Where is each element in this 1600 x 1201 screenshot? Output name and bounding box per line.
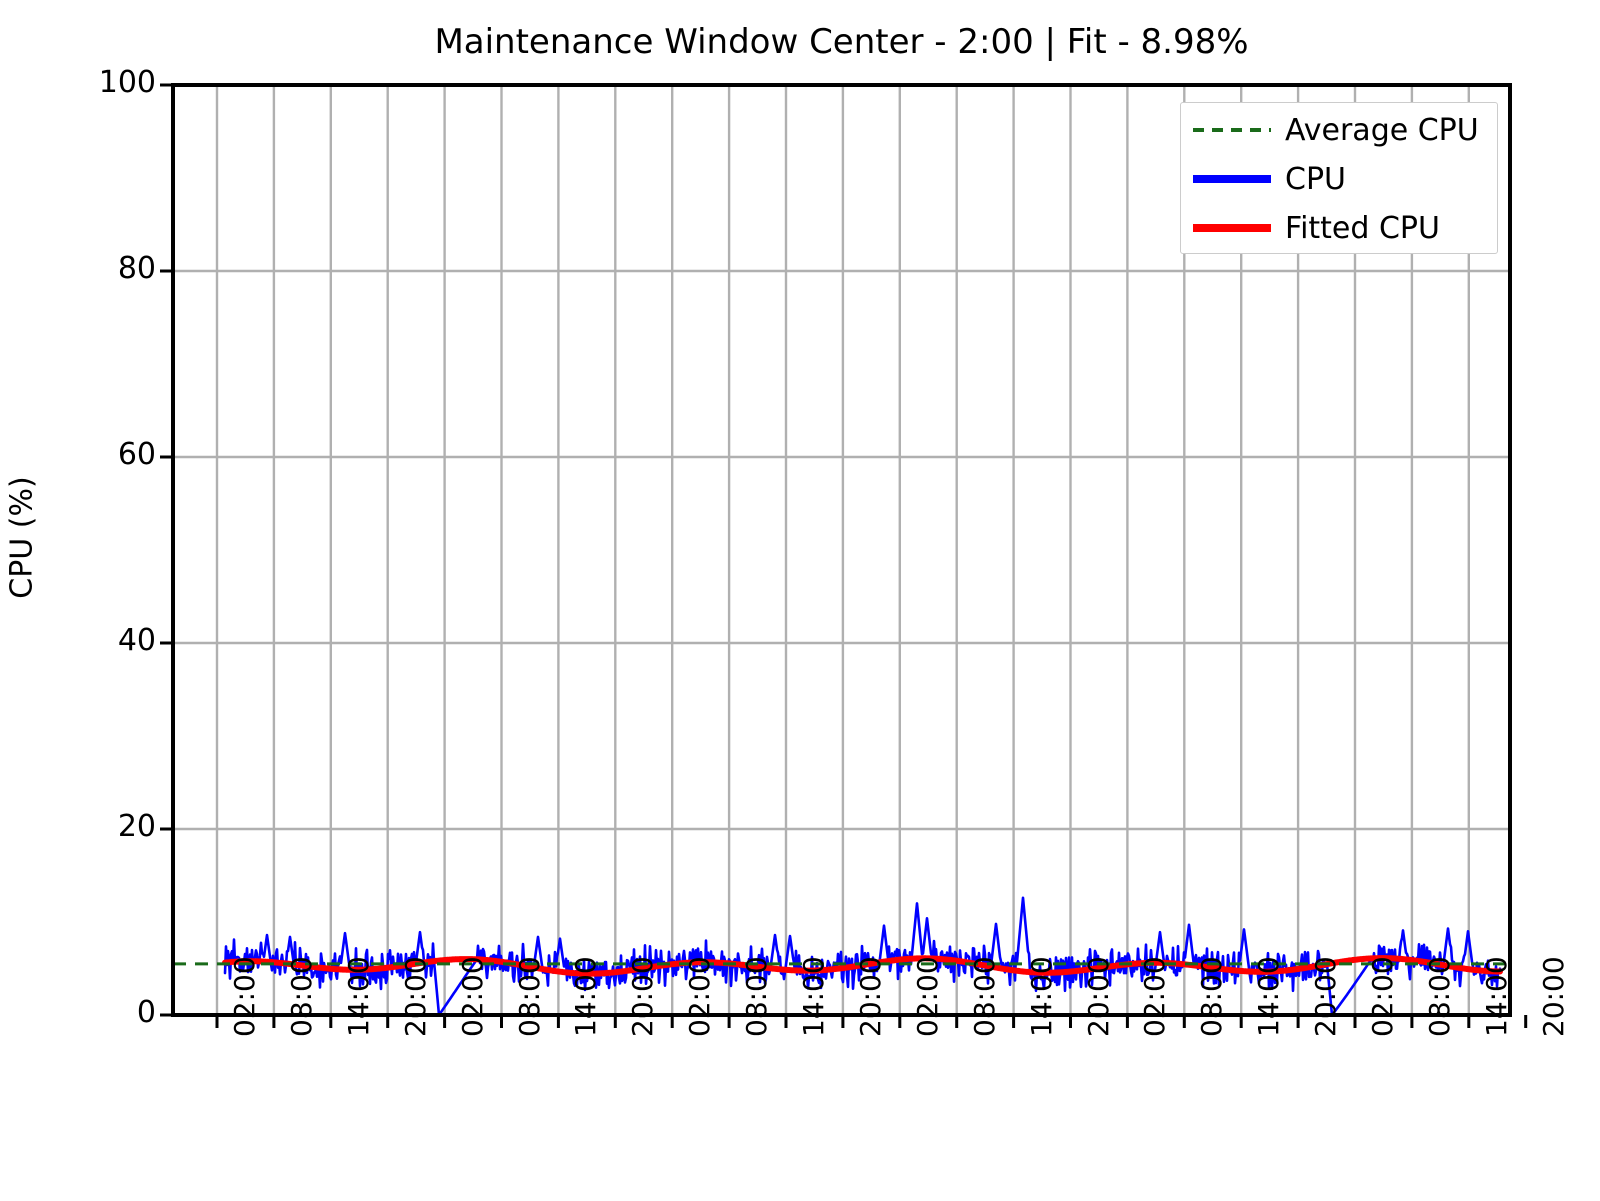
y-tick-label: 0 (136, 995, 156, 1030)
legend-swatch-fitted-cpu (1193, 218, 1271, 238)
y-tick-label: 20 (117, 809, 156, 844)
solid-line-icon (1193, 175, 1271, 183)
legend-swatch-cpu (1193, 169, 1271, 189)
x-tick-label: 14:00 (1479, 956, 1513, 1037)
x-tick-label: 02:00 (455, 956, 489, 1037)
legend-swatch-average-cpu (1193, 120, 1271, 140)
solid-line-icon (1193, 224, 1271, 232)
x-tick-label: 08:00 (284, 956, 318, 1037)
legend-entry-average-cpu: Average CPU (1181, 105, 1497, 155)
x-tick-label: 20:00 (1309, 956, 1343, 1037)
x-tick-label: 02:00 (683, 956, 717, 1037)
x-tick-label: 02:00 (1366, 956, 1399, 1037)
x-tick-label: 02:00 (1138, 956, 1172, 1037)
x-tick-label: 02:00 (910, 956, 944, 1037)
x-tick-label: 20:00 (398, 956, 432, 1037)
legend-label-average-cpu: Average CPU (1285, 112, 1479, 148)
x-tick-label: 14:00 (341, 956, 375, 1037)
chart-legend: Average CPU CPU Fitted CPU (1180, 102, 1498, 254)
legend-label-fitted-cpu: Fitted CPU (1285, 210, 1440, 246)
x-tick-label: 08:00 (512, 956, 546, 1037)
x-tick-label: 20:00 (1081, 956, 1115, 1037)
legend-label-cpu: CPU (1285, 161, 1346, 197)
x-tick-label: 20:00 (1536, 956, 1570, 1037)
x-tick-label: 20:00 (853, 956, 887, 1037)
x-tick-label: 08:00 (740, 956, 774, 1037)
y-tick-label: 100 (98, 65, 156, 100)
y-tick-label: 80 (117, 251, 156, 286)
x-tick-label: 08:00 (967, 956, 1001, 1037)
x-tick-label: 14:00 (797, 956, 830, 1037)
y-axis-label: CPU (%) (4, 476, 40, 599)
x-tick-label: 02:00 (228, 956, 261, 1037)
dashed-line-icon (1193, 128, 1271, 132)
legend-entry-fitted-cpu: Fitted CPU (1181, 203, 1497, 253)
x-tick-label: 14:00 (1252, 956, 1286, 1037)
x-tick-label: 08:00 (1195, 956, 1229, 1037)
chart-title: Maintenance Window Center - 2:00 | Fit -… (434, 22, 1249, 62)
x-tick-label: 08:00 (1422, 956, 1456, 1037)
legend-entry-cpu: CPU (1181, 154, 1497, 204)
chart-figure: Maintenance Window Center - 2:00 | Fit -… (0, 0, 1600, 1201)
y-tick-label: 40 (117, 623, 156, 658)
x-tick-label: 14:00 (569, 956, 603, 1037)
x-tick-label: 20:00 (626, 956, 660, 1037)
y-tick-label: 60 (117, 437, 156, 472)
x-tick-label: 14:00 (1024, 956, 1058, 1037)
